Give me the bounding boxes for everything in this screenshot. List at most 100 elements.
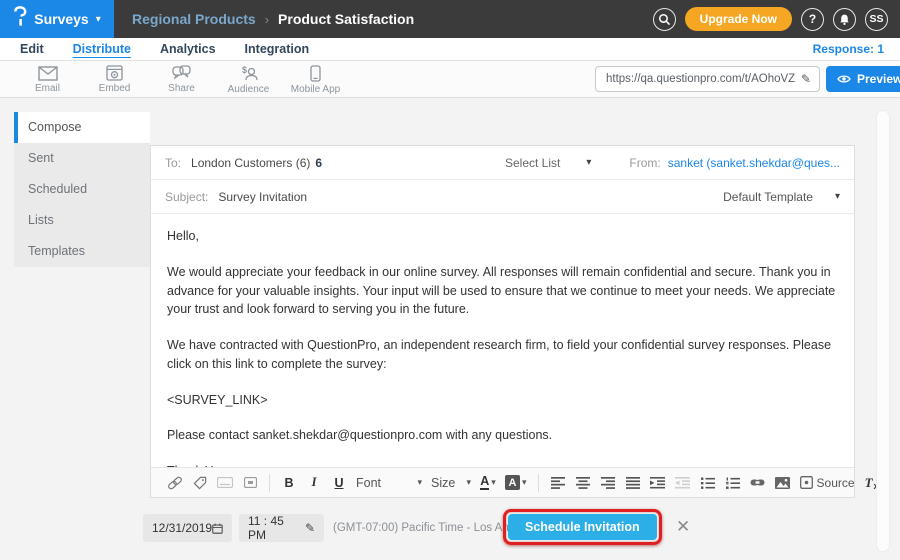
compose-card: To: London Customers (6) 6 Select List ▾… — [150, 145, 855, 498]
indent-decrease-icon[interactable] — [675, 473, 691, 493]
tab-distribute[interactable]: Distribute — [73, 42, 131, 56]
body-paragraph: We have contracted with QuestionPro, an … — [167, 336, 838, 374]
background-color-dropdown[interactable]: A ▾ — [505, 473, 527, 493]
body-paragraph: Hello, — [167, 227, 838, 246]
channel-embed[interactable]: Embed — [81, 65, 148, 94]
upgrade-now-button[interactable]: Upgrade Now — [685, 7, 792, 31]
breadcrumb-current: Product Satisfaction — [278, 11, 414, 27]
channel-mobile-app-label: Mobile App — [291, 84, 340, 95]
template-dropdown[interactable]: Default Template ▾ — [723, 190, 840, 204]
survey-tabbar: Edit Distribute Analytics Integration Re… — [0, 38, 900, 61]
surveys-menu-label: Surveys — [34, 11, 88, 27]
sidebar-item-scheduled[interactable]: Scheduled — [14, 174, 150, 205]
email-body-editor[interactable]: Hello, We would appreciate your feedback… — [151, 214, 854, 481]
tab-analytics[interactable]: Analytics — [160, 42, 216, 56]
subject-value[interactable]: Survey Invitation — [218, 190, 307, 204]
schedule-time-picker[interactable]: 11 : 45 PM ✎ — [239, 514, 324, 542]
sidebar-item-sent[interactable]: Sent — [14, 143, 150, 174]
body-paragraph: <SURVEY_LINK> — [167, 391, 838, 410]
chevron-down-icon: ▾ — [522, 477, 527, 488]
channel-mobile-app[interactable]: Mobile App — [282, 65, 349, 95]
survey-url-input[interactable]: https://qa.questionpro.com/t/AOhoVZfqml … — [595, 66, 820, 92]
merge-field-icon[interactable] — [217, 473, 233, 493]
tab-edit[interactable]: Edit — [20, 42, 44, 56]
schedule-time-value: 11 : 45 PM — [248, 514, 305, 542]
chevron-down-icon: ▾ — [96, 14, 101, 25]
align-right-icon[interactable] — [600, 473, 616, 493]
preview-button[interactable]: Preview — [826, 66, 900, 92]
align-center-icon[interactable] — [575, 473, 591, 493]
channel-email[interactable]: Email — [14, 66, 81, 94]
response-count[interactable]: Response: 1 — [813, 42, 884, 56]
background-color-letter: A — [505, 475, 520, 490]
edit-time-pencil-icon[interactable]: ✎ — [305, 521, 315, 535]
channel-embed-label: Embed — [99, 83, 131, 94]
bold-button[interactable]: B — [281, 473, 297, 493]
select-list-dropdown[interactable]: Select List ▾ — [505, 156, 591, 170]
insert-image-icon[interactable] — [775, 473, 791, 493]
surveys-menu[interactable]: Surveys ▾ — [0, 0, 114, 38]
text-color-dropdown[interactable]: A ▾ — [480, 473, 496, 493]
align-justify-icon[interactable] — [625, 473, 641, 493]
channel-share-label: Share — [168, 83, 195, 94]
font-family-dropdown[interactable]: Font ▾ — [356, 473, 422, 493]
italic-button[interactable]: I — [306, 473, 322, 493]
breadcrumb-separator-icon: › — [265, 12, 269, 27]
chevron-down-icon: ▾ — [466, 477, 471, 488]
to-recipient-count[interactable]: 6 — [315, 156, 322, 170]
edit-url-pencil-icon[interactable]: ✎ — [801, 72, 811, 86]
toolbar-separator — [538, 474, 539, 492]
underline-button[interactable]: U — [331, 473, 347, 493]
schedule-invitation-button[interactable]: Schedule Invitation — [508, 514, 657, 540]
template-dropdown-label: Default Template — [723, 190, 813, 204]
breadcrumb-parent[interactable]: Regional Products — [132, 11, 256, 27]
calendar-icon — [212, 522, 223, 535]
scrollbar[interactable] — [876, 110, 890, 552]
chevron-down-icon: ▾ — [417, 477, 422, 488]
sidebar-item-templates[interactable]: Templates — [14, 236, 150, 267]
font-size-dropdown[interactable]: Size ▾ — [431, 473, 471, 493]
bell-icon — [838, 13, 851, 26]
audience-icon: $ — [239, 65, 258, 82]
insert-tag-icon[interactable] — [192, 473, 208, 493]
header-actions: Upgrade Now ? SS — [653, 7, 900, 31]
close-icon[interactable]: ✕ — [676, 517, 690, 537]
link-chain-icon[interactable] — [750, 473, 766, 493]
to-row: To: London Customers (6) 6 Select List ▾… — [151, 146, 854, 180]
editor-format-toolbar: B I U Font ▾ Size ▾ A ▾ A ▾ — [151, 467, 854, 497]
subject-label: Subject: — [165, 190, 208, 204]
tab-integration[interactable]: Integration — [245, 42, 310, 56]
notifications-button[interactable] — [833, 8, 856, 31]
mobile-app-icon — [310, 65, 321, 82]
channel-audience[interactable]: $ Audience — [215, 65, 282, 95]
source-button[interactable]: Source — [800, 473, 855, 493]
to-label: To: — [165, 156, 181, 170]
align-left-icon[interactable] — [550, 473, 566, 493]
share-icon — [172, 65, 191, 81]
bullet-list-icon[interactable] — [700, 473, 716, 493]
search-button[interactable] — [653, 8, 676, 31]
from-value[interactable]: sanket (sanket.shekdar@ques... — [668, 156, 840, 170]
sidebar-item-compose[interactable]: Compose — [14, 112, 150, 143]
breadcrumb: Regional Products › Product Satisfaction — [132, 11, 414, 27]
select-list-label: Select List — [505, 156, 560, 170]
insert-link-icon[interactable] — [167, 473, 183, 493]
schedule-button-highlight: Schedule Invitation — [503, 509, 662, 545]
insert-button-icon[interactable] — [242, 473, 258, 493]
channel-audience-label: Audience — [228, 84, 270, 95]
help-button[interactable]: ? — [801, 8, 824, 31]
to-value[interactable]: London Customers (6) — [191, 156, 310, 170]
font-family-label: Font — [356, 476, 381, 490]
channel-share[interactable]: Share — [148, 65, 215, 94]
remove-format-t: T — [865, 475, 873, 491]
indent-increase-icon[interactable] — [650, 473, 666, 493]
questionpro-logo-icon — [13, 6, 27, 32]
source-doc-icon — [800, 476, 813, 489]
avatar[interactable]: SS — [865, 8, 888, 31]
from-label: From: — [629, 156, 660, 170]
body-paragraph: Please contact sanket.shekdar@questionpr… — [167, 426, 838, 445]
sidebar-item-lists[interactable]: Lists — [14, 205, 150, 236]
numbered-list-icon[interactable] — [725, 473, 741, 493]
schedule-date-picker[interactable]: 12/31/2019 — [143, 514, 232, 542]
schedule-date-value: 12/31/2019 — [152, 521, 212, 535]
